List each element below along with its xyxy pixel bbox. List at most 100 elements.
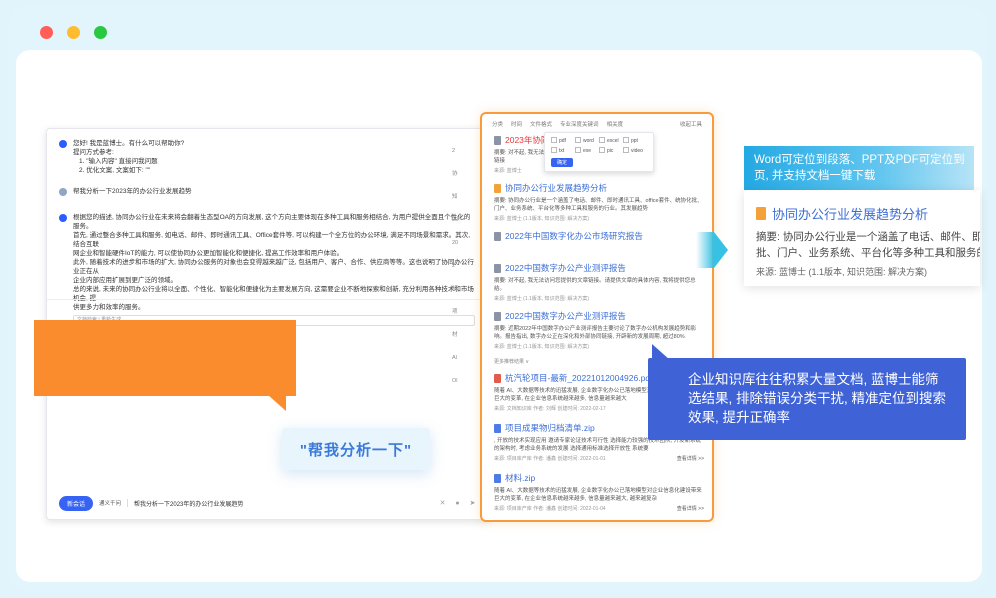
result-item[interactable]: 2022年中国数字化办公市场研究报告 [494,230,704,242]
minimize-window-button[interactable] [67,26,80,39]
partial-result: 协 [452,171,458,177]
fold-tools-button[interactable]: 收起工具 [680,120,702,128]
partial-result: 项 [452,309,458,315]
answer-line: 企业内部应用扩展到更广泛的领域。 [73,277,177,284]
close-window-button[interactable] [40,26,53,39]
result-title[interactable]: 2023年协同 [505,134,549,146]
assistant-avatar [59,214,67,222]
partial-result: 20 [452,217,459,223]
result-item[interactable]: 协同办公行业发展趋势分析 摘要: 协同办公行业是一个涵盖了电话、邮件、即时通讯工… [494,182,704,222]
card-summary-line: 摘要: 协同办公行业是一个涵盖了电话、邮件、即时通 [756,231,980,243]
assistant-greeting: 您好! 我是蓝博士。有什么可以帮助你? 提问方式参考: 1. "输入内容" 直接… [59,139,184,175]
result-summary: 摘要: 近期2022年中国数字办公产业测评报告主要讨论了数字办公机构发展趋势和影… [494,326,697,340]
result-meta: 来源: 蓝博士 (1.1版本, 知识范围: 解决方案) [494,344,590,350]
orange-callout-tail [268,395,286,411]
pdf-file-icon [494,373,501,383]
blue-callout: 企业知识库往往积累大量文档, 蓝博士能筛选结果, 排除错误分类干扰, 精准定位到… [648,358,966,440]
filter-category[interactable]: 分类 [492,120,503,128]
card-summary-line: 批、门户、业务系统、平台化等多种工具和服务的行 [756,247,980,259]
filter-keyword[interactable]: 专业深度关键词 [560,120,599,128]
arrow-right-icon [714,232,728,268]
greeting-line: 2. 优化文案, 文案如下: "" [79,167,151,174]
view-detail-link[interactable]: 查看详情 >> [677,505,704,512]
filter-relevance[interactable]: 相关度 [607,120,624,128]
answer-line: 此外, 随着技术的进步和市场的扩大, 协同办公服务的对象也会变得越来越广泛, 包… [73,259,474,275]
type-option-pdf[interactable]: pdf [551,137,575,144]
result-meta: 来源: 项目库产库 作者: 潘鑫 创建时间: 2022-01-04 [494,506,606,512]
help-bubble: "帮我分析一下" [282,428,430,470]
zip-file-icon [494,473,501,483]
user-avatar [59,188,67,196]
result-meta: 来源: 蓝博士 (1.1版本, 知识范围: 解决方案) [494,216,590,222]
partial-result: 杭 [452,286,458,292]
type-option-word[interactable]: word [575,137,599,144]
result-item[interactable]: 2022中国数字办公产业测评报告 摘要: 对不起, 我无法访问您提供的文章链接。… [494,262,704,302]
teal-arrow-body [696,232,714,268]
search-results-panel: 分类 时间 文件格式 专业深度关键词 相关度 收起工具 2023年协同 摘要: … [480,112,714,522]
assistant-avatar [59,140,67,148]
result-item[interactable]: 2022中国数字办公产业测评报告 摘要: 近期2022年中国数字办公产业测评报告… [494,310,704,350]
partial-result-list: 2 协 知 20 20 2 杭 项 材 Al Ol [452,140,478,393]
partial-result: 20 [452,240,459,246]
partial-result: 材 [452,332,458,338]
partial-result: Ol [452,378,458,384]
model-select[interactable]: 通义千问 [99,499,129,507]
filter-time[interactable]: 时间 [511,120,522,128]
card-title[interactable]: 协同办公行业发展趋势分析 [772,204,928,223]
ppt-file-icon [756,207,766,220]
assistant-answer: 根据您的描述, 协同办公行业在未来将会翻着生态型OA的方向发展, 这个方向主要体… [59,213,475,326]
send-icon[interactable]: ➤ [468,499,477,508]
file-icon [494,263,501,273]
partial-result: 2 [452,263,456,269]
answer-line: 供更多力和效率的服务。 [73,304,145,311]
user-question-text: 帮我分析一下2023年的办公行业发展趋势 [73,188,192,195]
result-title[interactable]: 2022中国数字办公产业测评报告 [505,310,626,322]
result-title[interactable]: 2022年中国数字化办公市场研究报告 [505,230,643,242]
greeting-line: 1. "输入内容" 直接问我问题 [79,158,158,165]
answer-line: 总的来说, 未来的协同办公行业将以全面、个性化、智能化和便捷化为主要发展方向, … [73,286,474,302]
chat-divider [47,299,489,300]
result-title[interactable]: 杭汽轮项目-最新_20221012004926.pdf [505,372,652,384]
answer-line: 根据您的描述, 协同办公行业在未来将会翻着生态型OA的方向发展, 这个方向主要体… [73,214,471,230]
type-option-ppt[interactable]: ppt [623,137,647,144]
partial-result: 知 [452,194,458,200]
more-results-button[interactable]: 更多推荐结果 ∨ [494,358,529,365]
result-item[interactable]: 材料.zip 随着 AI、大数据等技术的迅猛发展, 企业数字化办公已落地模型对企… [494,472,704,512]
zoomed-result-card[interactable]: 协同办公行业发展趋势分析 摘要: 协同办公行业是一个涵盖了电话、邮件、即时通 批… [744,190,980,286]
result-summary: 摘要: 对不起, 我无法访问您提供的文章链接。请提供文章的具体内容, 我将提供您… [494,278,696,292]
result-meta: 来源: 项目库产库 作者: 潘鑫 创建时间: 2022-01-01 [494,456,606,462]
type-option-excel[interactable]: excel [599,137,623,144]
clear-icon[interactable]: ✕ [438,499,447,508]
result-title[interactable]: 材料.zip [505,472,535,484]
maximize-window-button[interactable] [94,26,107,39]
file-icon [494,231,501,241]
window-controls [40,26,107,39]
user-message: 帮我分析一下2023年的办公行业发展趋势 [59,187,191,196]
result-meta: 来源: 蓝博士 (1.1版本, 知识范围: 解决方案) [494,296,590,302]
chat-input[interactable] [134,496,432,510]
type-confirm-button[interactable]: 确定 [551,158,574,167]
answer-line: 首先, 通过整合多种工具和服务, 如电话、邮件、即时通讯工具、Office套件等… [73,232,471,248]
greeting-line: 您好! 我是蓝博士。有什么可以帮助你? [73,140,185,147]
orange-callout [34,320,296,396]
type-option-video[interactable]: video [623,147,647,154]
greeting-line: 提问方式参考: [73,149,114,156]
answer-line: 网企业和智能硬件IoT的能力, 可以使协同办公更加智能化和便捷化, 提高工作效率… [73,250,344,257]
result-summary: 摘要: 协同办公行业是一个涵盖了电话、邮件、即时通讯工具、office套件、统协… [494,198,703,212]
new-chat-button[interactable]: 新会话 [59,495,94,511]
zip-file-icon [494,423,501,433]
type-option-exe[interactable]: exe [575,147,599,154]
file-icon [494,135,501,145]
result-title[interactable]: 2022中国数字办公产业测评报告 [505,262,626,274]
filter-format[interactable]: 文件格式 [530,120,552,128]
filter-bar: 分类 时间 文件格式 专业深度关键词 相关度 收起工具 [482,114,712,132]
type-option-pic[interactable]: pic [599,147,623,154]
result-title[interactable]: 项目成果物归档清单.zip [505,422,595,434]
type-option-txt[interactable]: txt [551,147,575,154]
result-summary: 随着 AI、大数据等技术的迅猛发展, 企业数字化办公已落地模型对企业信息化建设带… [494,488,702,502]
chat-input-bar: 新会话 通义千问 ✕ ● ➤ [59,493,477,513]
partial-result: Al [452,355,457,361]
view-detail-link[interactable]: 查看详情 >> [677,455,704,462]
result-title[interactable]: 协同办公行业发展趋势分析 [505,182,607,194]
microphone-icon[interactable]: ● [453,499,462,508]
